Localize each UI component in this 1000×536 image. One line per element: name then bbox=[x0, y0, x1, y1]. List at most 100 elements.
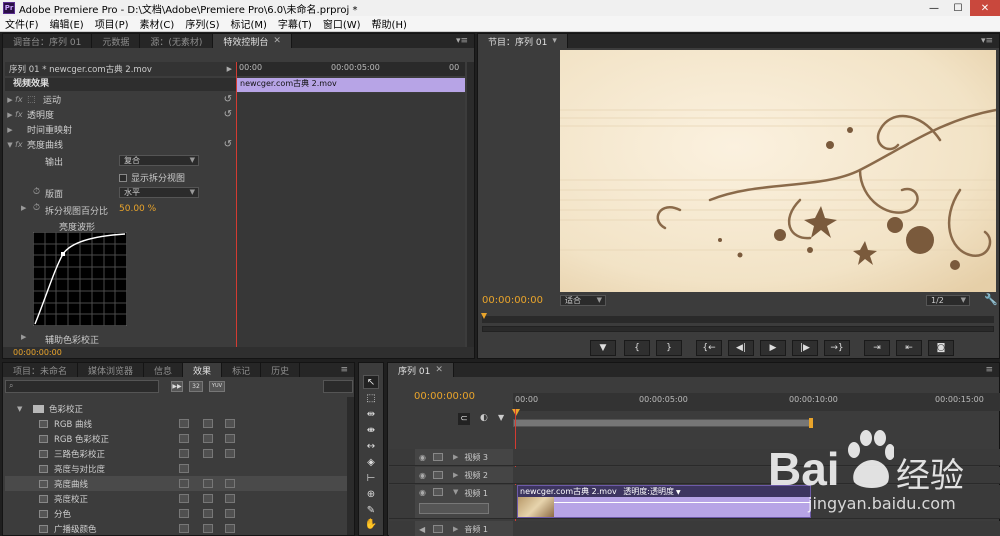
disclosure-arrow-expanded-icon[interactable]: ▼ bbox=[453, 488, 458, 496]
go-to-out-button[interactable]: →} bbox=[824, 340, 850, 356]
razor-tool-icon[interactable]: ◈ bbox=[363, 455, 379, 469]
reset-icon[interactable]: ↺ bbox=[224, 109, 232, 120]
effects-search-input[interactable]: ⌕ bbox=[5, 380, 159, 393]
menu-help[interactable]: 帮助(H) bbox=[367, 16, 413, 31]
disclosure-arrow-icon[interactable]: ▶ bbox=[21, 204, 26, 212]
panel-menu-icon[interactable]: ▾≡ bbox=[450, 34, 474, 48]
reset-icon[interactable]: ↺ bbox=[224, 139, 232, 150]
fx-icon[interactable]: fx bbox=[15, 110, 27, 119]
program-timecode[interactable]: 00:00:00:00 bbox=[482, 295, 543, 306]
lock-icon[interactable] bbox=[433, 471, 443, 479]
effect-row-luma-curve[interactable]: ▼ fx 亮度曲线 ↺ bbox=[5, 137, 238, 152]
ec-keyframe-area[interactable] bbox=[237, 93, 465, 347]
tab-audio-mixer[interactable]: 调音台：序列 01 bbox=[3, 34, 93, 48]
disclosure-arrow-icon[interactable]: ▶ bbox=[453, 453, 458, 461]
output-dropdown[interactable]: 复合 ▼ bbox=[119, 155, 199, 166]
play-button[interactable]: ▶ bbox=[760, 340, 786, 356]
tab-program[interactable]: 节目：序列 01 ▾ bbox=[478, 34, 568, 48]
disclosure-arrow-icon[interactable]: ▶ bbox=[5, 126, 15, 134]
export-frame-button[interactable]: ◙ bbox=[928, 340, 954, 356]
lock-icon[interactable] bbox=[433, 488, 443, 496]
lock-icon[interactable] bbox=[433, 525, 443, 533]
ec-timecode[interactable]: 00:00:00:00 bbox=[3, 348, 62, 357]
rate-stretch-tool-icon[interactable]: ↔ bbox=[363, 439, 379, 453]
keyframe-nav-controls[interactable] bbox=[419, 503, 489, 514]
add-marker-button[interactable]: ▼ bbox=[590, 340, 616, 356]
menu-title[interactable]: 字幕(T) bbox=[273, 16, 318, 31]
track-audio-1[interactable]: ◀ ▶ 音频 1 bbox=[389, 521, 1000, 536]
reset-icon[interactable]: ↺ bbox=[224, 94, 232, 105]
menu-window[interactable]: 窗口(W) bbox=[318, 16, 367, 31]
disclosure-arrow-icon[interactable]: ▶ bbox=[5, 111, 15, 119]
work-area-bar[interactable] bbox=[513, 419, 811, 427]
wrench-icon[interactable]: 🔧 bbox=[984, 293, 998, 306]
maximize-button[interactable]: ☐ bbox=[946, 0, 970, 16]
program-scrubber[interactable] bbox=[482, 316, 994, 323]
panel-menu-icon[interactable]: ▾≡ bbox=[975, 34, 999, 48]
yuv-effects-badge[interactable]: YUV bbox=[209, 381, 225, 392]
fx-icon[interactable]: fx bbox=[15, 95, 27, 104]
rolling-edit-tool-icon[interactable]: ⇼ bbox=[363, 423, 379, 437]
layout-dropdown[interactable]: 水平 ▼ bbox=[119, 187, 199, 198]
expand-arrow-icon[interactable]: ▶ bbox=[227, 65, 236, 73]
stopwatch-icon[interactable]: ⏱ bbox=[33, 203, 40, 213]
disclosure-arrow-expanded-icon[interactable]: ▼ bbox=[5, 141, 15, 149]
track-select-tool-icon[interactable]: ⬚ bbox=[363, 391, 379, 405]
step-forward-button[interactable]: |▶ bbox=[792, 340, 818, 356]
go-to-in-button[interactable]: {← bbox=[696, 340, 722, 356]
mark-out-button[interactable]: } bbox=[656, 340, 682, 356]
menu-project[interactable]: 项目(P) bbox=[90, 16, 135, 31]
menu-sequence[interactable]: 序列(S) bbox=[180, 16, 225, 31]
resolution-dropdown[interactable]: 1/2 ▼ bbox=[926, 295, 970, 306]
panel-menu-icon[interactable]: ≡ bbox=[334, 363, 354, 377]
folder-row[interactable]: ▼ 色彩校正 bbox=[5, 401, 354, 416]
opacity-rubber-band[interactable] bbox=[554, 502, 810, 503]
tab-source[interactable]: 源：(无素材) bbox=[140, 34, 214, 48]
close-button[interactable]: ✕ bbox=[970, 0, 1000, 16]
ripple-edit-tool-icon[interactable]: ⇹ bbox=[363, 407, 379, 421]
timeline-ruler[interactable]: 00:00 00:00:05:00 00:00:10:00 00:00:15:0… bbox=[513, 393, 1000, 411]
tab-effects[interactable]: 效果 bbox=[183, 363, 223, 377]
speaker-icon[interactable]: ◀ bbox=[419, 525, 429, 534]
lift-button[interactable]: ⇥ bbox=[864, 340, 890, 356]
tab-info[interactable]: 信息 bbox=[144, 363, 184, 377]
fit-dropdown[interactable]: 适合 ▼ bbox=[560, 295, 606, 306]
tab-media-browser[interactable]: 媒体浏览器 bbox=[78, 363, 145, 377]
ec-clip-bar[interactable]: newcger.com古典 2.mov bbox=[237, 78, 465, 92]
menu-file[interactable]: 文件(F) bbox=[0, 16, 45, 31]
accelerated-effects-icon[interactable]: ▶▶ bbox=[171, 381, 183, 392]
disclosure-arrow-icon[interactable]: ▶ bbox=[453, 471, 458, 479]
track-video-2[interactable]: ◉ ▶ 视频 2 bbox=[389, 467, 1000, 484]
track-video-3[interactable]: ◉ ▶ 视频 3 bbox=[389, 449, 1000, 466]
lock-icon[interactable] bbox=[433, 453, 443, 461]
tab-history[interactable]: 历史 bbox=[261, 363, 301, 377]
ec-scrollbar[interactable] bbox=[467, 62, 474, 347]
track-video-1[interactable]: ◉ ▼ 视频 1 newcger.com古典 2.mov 透明度:透明度 ▼ bbox=[389, 485, 1000, 519]
tab-markers[interactable]: 标记 bbox=[222, 363, 262, 377]
effects-scrollbar[interactable] bbox=[347, 397, 354, 535]
tab-effect-controls[interactable]: 特效控制台 ✕ bbox=[213, 34, 292, 48]
tab-metadata[interactable]: 元数据 bbox=[92, 34, 141, 48]
eye-icon[interactable]: ◉ bbox=[419, 488, 429, 497]
32bit-effects-badge[interactable]: 32 bbox=[189, 381, 203, 392]
luma-curve-graph[interactable] bbox=[33, 232, 127, 326]
tab-project[interactable]: 项目：未命名 bbox=[3, 363, 79, 377]
ec-time-ruler[interactable]: 00:00 00:00:05:00 00 bbox=[237, 62, 465, 76]
menu-edit[interactable]: 编辑(E) bbox=[45, 16, 90, 31]
disclosure-arrow-icon[interactable]: ▶ bbox=[453, 525, 458, 533]
eye-icon[interactable]: ◉ bbox=[419, 453, 429, 462]
ec-playhead[interactable] bbox=[236, 62, 237, 347]
dropdown-arrow-icon[interactable]: ▾ bbox=[552, 36, 557, 46]
effect-row-time-remap[interactable]: ▶fx 时间重映射 bbox=[5, 122, 238, 137]
mark-in-button[interactable]: { bbox=[624, 340, 650, 356]
timeline-playhead-handle[interactable] bbox=[512, 409, 520, 416]
close-tab-icon[interactable]: ✕ bbox=[435, 365, 443, 375]
selection-tool-icon[interactable]: ↖ bbox=[363, 375, 379, 389]
clip-property[interactable]: 透明度:透明度 bbox=[623, 487, 674, 496]
menu-marker[interactable]: 标记(M) bbox=[225, 16, 272, 31]
minimize-button[interactable]: — bbox=[922, 0, 946, 16]
hand-tool-icon[interactable]: ✋ bbox=[363, 517, 379, 531]
set-encore-marker-icon[interactable]: ◐ bbox=[480, 413, 488, 423]
split-view-checkbox[interactable] bbox=[119, 173, 127, 182]
step-back-button[interactable]: ◀| bbox=[728, 340, 754, 356]
